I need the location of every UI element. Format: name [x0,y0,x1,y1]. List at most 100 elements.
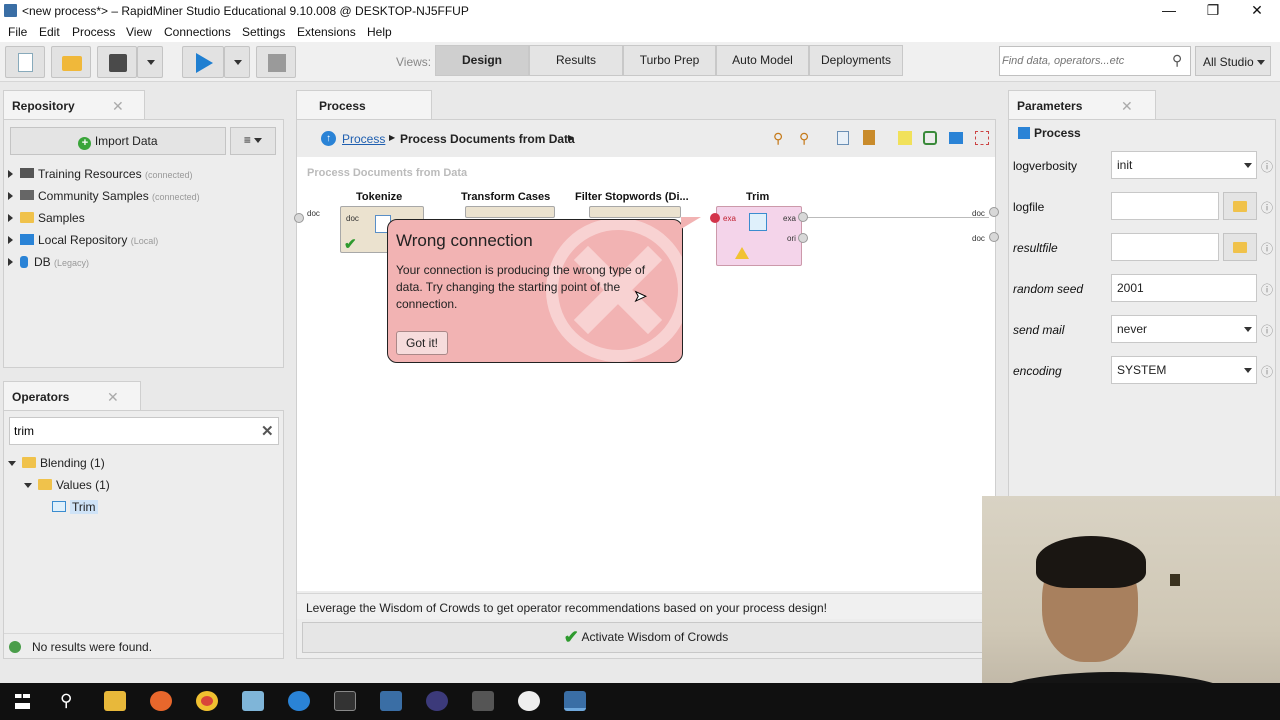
import-data-button[interactable]: + Import Data [10,127,226,155]
notepad-icon[interactable] [242,691,264,711]
expand-icon[interactable] [8,214,13,222]
close-icon[interactable]: ✕ [107,389,119,406]
process-tab[interactable]: Process [296,90,432,120]
operator-item-trim[interactable]: Trim [8,496,280,518]
activate-wisdom-button[interactable]: ✔ Activate Wisdom of Crowds [302,622,990,653]
repository-item-community-samples[interactable]: Community Samples (connected) [8,185,280,207]
menu-edit[interactable]: Edit [39,25,60,39]
info-icon[interactable]: ⓘ [1261,240,1273,257]
process-canvas[interactable]: Process Documents from Data doc doc doc … [294,157,999,591]
rapidminer-taskbar-icon[interactable] [564,691,586,711]
operator-trim[interactable]: exa exa ori [710,206,802,266]
menu-settings[interactable]: Settings [242,25,285,39]
menu-connections[interactable]: Connections [164,25,231,39]
restore-icon[interactable]: ❐ [1190,0,1236,22]
clear-search-icon[interactable]: ✕ [261,422,274,440]
eclipse-icon[interactable] [426,691,448,711]
zoom-in-icon[interactable]: ⚲ [773,130,783,147]
obs-icon[interactable] [518,691,540,711]
collapse-icon[interactable] [24,483,32,488]
fit-view-icon[interactable] [975,131,989,145]
expand-icon[interactable] [8,258,13,266]
view-tab-results[interactable]: Results [529,45,623,76]
repository-tab[interactable]: Repository ✕ [3,90,145,120]
menu-help[interactable]: Help [367,25,392,39]
operator-filter-stopwords[interactable] [589,206,681,218]
resultfile-input[interactable] [1111,233,1219,261]
app-icon[interactable] [288,691,310,711]
operators-tab[interactable]: Operators ✕ [3,381,141,411]
logfile-input[interactable] [1111,192,1219,220]
global-search-input[interactable] [1002,50,1164,72]
process-output-port-doc-1[interactable] [989,207,999,217]
view-tab-turbo-prep[interactable]: Turbo Prep [623,45,716,76]
run-options-dropdown[interactable] [224,46,250,78]
search-scope-dropdown[interactable]: All Studio [1195,46,1271,76]
stop-process-button[interactable] [256,46,296,78]
close-icon[interactable]: ✕ [112,98,124,115]
breadcrumb-root-link[interactable]: Process [342,132,385,146]
arrange-icon[interactable] [949,132,963,144]
collapse-icon[interactable] [8,461,16,466]
expand-icon[interactable] [8,192,13,200]
process-output-port-doc-2[interactable] [989,232,999,242]
resultfile-browse-button[interactable] [1223,233,1257,261]
network-app-icon[interactable] [380,691,402,711]
logfile-browse-button[interactable] [1223,192,1257,220]
repository-menu-button[interactable]: ≡ [230,127,276,155]
process-input-port[interactable] [294,213,304,223]
menu-process[interactable]: Process [72,25,115,39]
operator-group-values[interactable]: Values (1) [8,474,280,496]
info-icon[interactable]: ⓘ [1261,158,1273,175]
repository-item-local-repository[interactable]: Local Repository (Local) [8,229,280,251]
info-icon[interactable]: ⓘ [1261,199,1273,216]
auto-wire-icon[interactable] [923,131,937,145]
info-icon[interactable]: ⓘ [1261,363,1273,380]
file-explorer-icon[interactable] [104,691,126,711]
send-mail-select[interactable]: never [1111,315,1257,343]
paste-icon[interactable] [863,130,875,145]
close-icon[interactable]: ✕ [1121,98,1133,115]
zoom-out-icon[interactable]: ⚲ [799,130,809,147]
run-process-button[interactable] [182,46,224,78]
copy-icon[interactable] [837,131,849,145]
repository-item-training-resources[interactable]: Training Resources (connected) [8,163,280,185]
save-process-button[interactable] [97,46,137,78]
operator-search-input[interactable] [14,421,252,441]
up-arrow-icon[interactable]: ↑ [321,131,336,146]
trim-output-port-exa[interactable] [798,212,808,222]
view-tab-auto-model[interactable]: Auto Model [716,45,809,76]
new-process-button[interactable] [5,46,45,78]
cx-app-icon[interactable] [472,691,494,711]
chrome-icon[interactable] [196,691,218,711]
windows-start-icon[interactable] [15,694,30,709]
view-tab-deployments[interactable]: Deployments [809,45,903,76]
encoding-select[interactable]: SYSTEM [1111,356,1257,384]
menu-view[interactable]: View [126,25,152,39]
search-icon[interactable]: ⚲ [60,691,72,711]
got-it-button[interactable]: Got it! [396,331,448,355]
repository-item-db[interactable]: DB (Legacy) [8,251,280,273]
operator-transform-cases[interactable] [465,206,555,218]
expand-icon[interactable] [8,170,13,178]
add-note-icon[interactable] [898,131,912,145]
operator-group-blending[interactable]: Blending (1) [8,452,280,474]
info-icon[interactable]: ⓘ [1261,281,1273,298]
view-tab-design[interactable]: Design [435,45,529,76]
info-icon[interactable]: ⓘ [1261,322,1273,339]
repository-item-samples[interactable]: Samples [8,207,280,229]
save-options-dropdown[interactable] [137,46,163,78]
parameters-tab[interactable]: Parameters ✕ [1008,90,1156,120]
logverbosity-select[interactable]: init [1111,151,1257,179]
trim-output-port-ori[interactable] [798,233,808,243]
terminal-icon[interactable] [334,691,356,711]
menu-file[interactable]: File [8,25,27,39]
minimize-icon[interactable]: — [1146,0,1192,22]
open-process-button[interactable] [51,46,91,78]
firefox-icon[interactable] [150,691,172,711]
search-icon[interactable]: ⚲ [1172,52,1182,69]
menu-extensions[interactable]: Extensions [297,25,356,39]
expand-icon[interactable] [8,236,13,244]
close-icon[interactable]: ✕ [1234,0,1280,22]
random-seed-input[interactable]: 2001 [1111,274,1257,302]
